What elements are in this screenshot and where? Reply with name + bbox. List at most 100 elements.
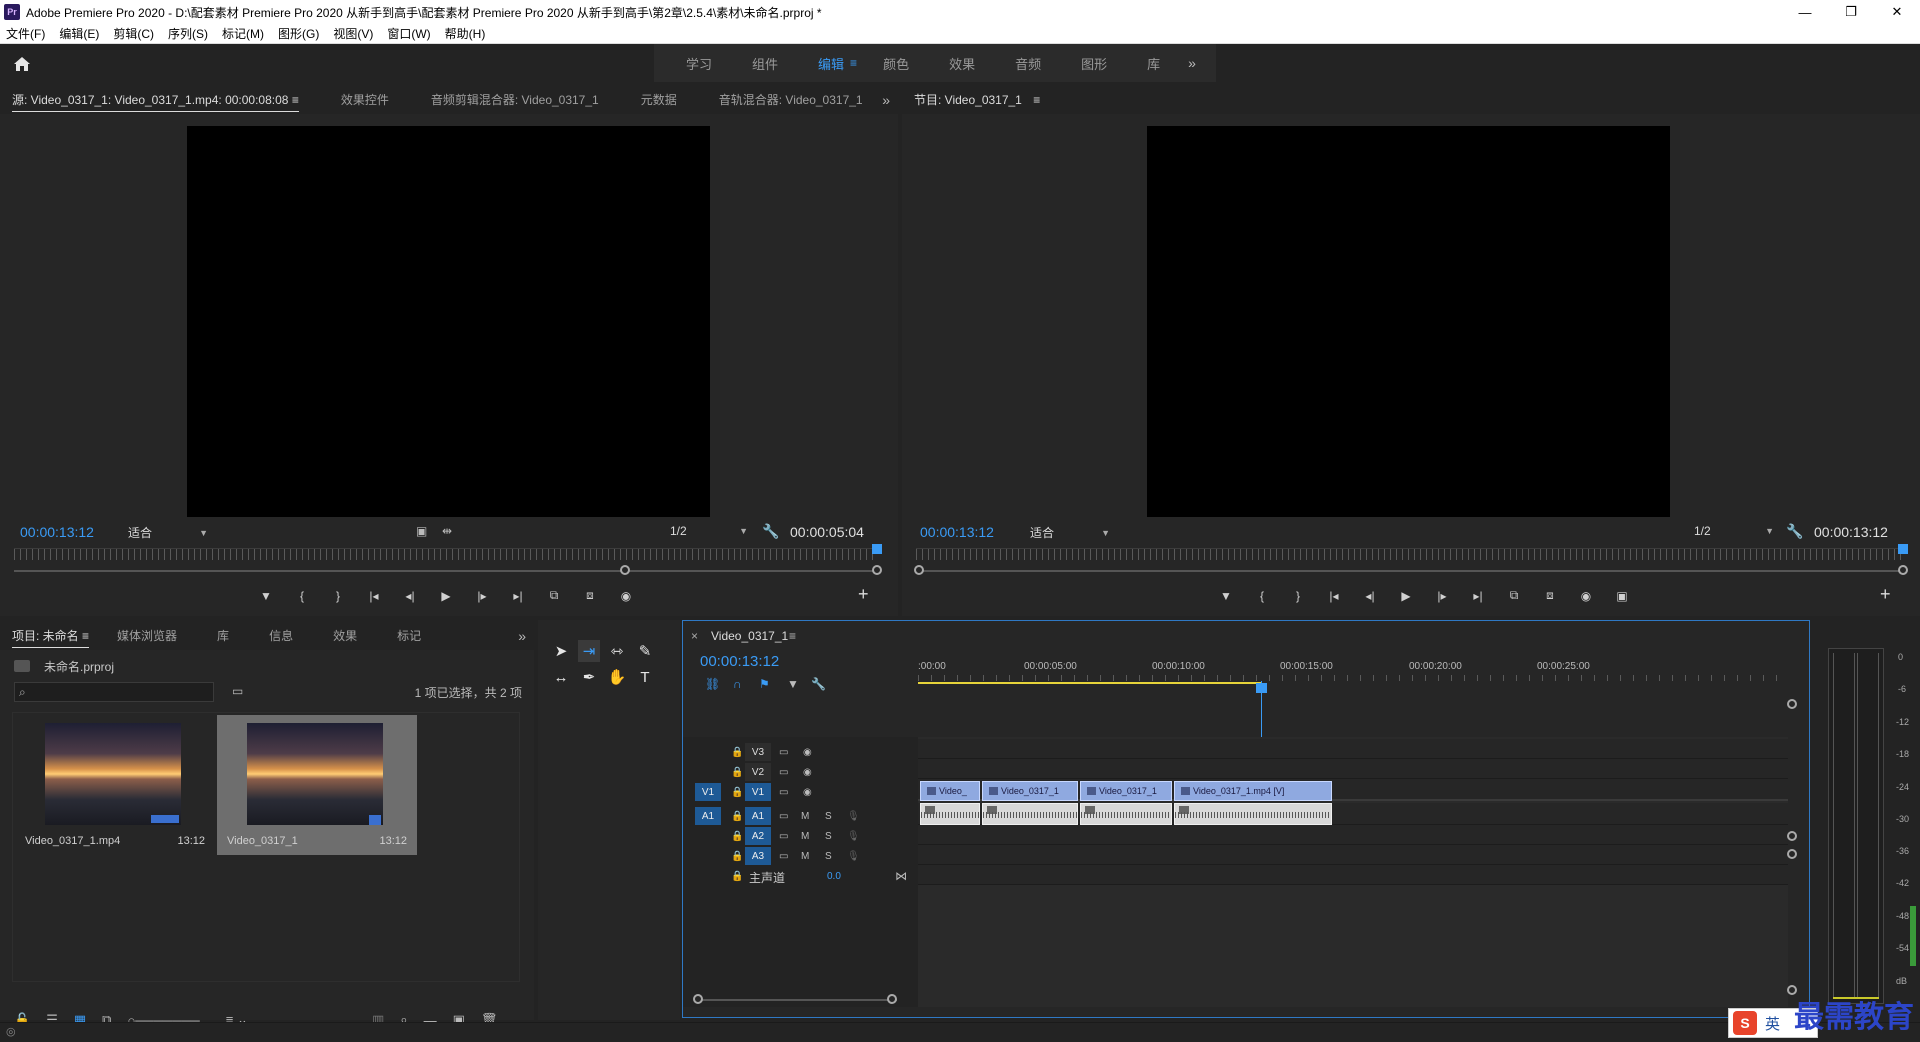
menu-view[interactable]: 视图(V) (333, 25, 373, 42)
eye-icon[interactable]: ◉ (803, 767, 812, 778)
panel-overflow-icon[interactable]: » (882, 92, 890, 108)
workspace-tab-libraries[interactable]: 库 (1127, 54, 1180, 73)
eye-icon[interactable]: ◉ (803, 747, 812, 758)
menu-clip[interactable]: 剪辑(C) (113, 25, 154, 42)
microphone-icon[interactable]: 🎙 (847, 811, 860, 822)
track-row-a3[interactable] (918, 845, 1788, 865)
project-search-input[interactable]: ⌕ (14, 682, 214, 702)
menu-marker[interactable]: 标记(M) (222, 25, 264, 42)
export-frame-icon[interactable]: ▣ (416, 524, 427, 538)
track-row-master[interactable] (918, 865, 1788, 885)
panel-menu-icon[interactable]: ≡ (292, 93, 299, 107)
ripple-edit-tool-icon[interactable]: ⇿ (606, 640, 628, 662)
menu-sequence[interactable]: 序列(S) (168, 25, 208, 42)
program-video-frame[interactable] (1147, 126, 1670, 517)
program-current-timecode[interactable]: 00:00:13:12 (920, 524, 994, 540)
track-v3-label[interactable]: V3 (745, 743, 771, 761)
workspace-tab-assembly[interactable]: 组件 (732, 54, 798, 73)
program-time-ruler[interactable] (916, 548, 1906, 560)
track-row-v3[interactable] (918, 739, 1788, 759)
lock-icon[interactable]: 🔒 (731, 747, 743, 758)
restore-button[interactable]: ❐ (1828, 0, 1874, 24)
new-search-bin-icon[interactable]: ▭ (232, 684, 243, 698)
lock-icon[interactable]: 🔒 (731, 871, 743, 882)
go-to-end-icon[interactable]: ⋈ (895, 869, 907, 883)
add-marker-icon[interactable]: ⚑ (759, 677, 770, 691)
add-marker-button[interactable]: ▼ (1208, 589, 1244, 603)
timeline-ruler[interactable]: :00:00 00:00:05:00 00:00:10:00 00:00:15:… (918, 651, 1788, 685)
selection-tool-icon[interactable]: ➤ (550, 640, 572, 662)
toggle-sync-icon[interactable]: ▭ (779, 767, 788, 778)
tab-effect-controls[interactable]: 效果控件 (341, 91, 389, 108)
toggle-sync-icon[interactable]: ▭ (779, 851, 788, 862)
tab-audio-clip-mixer[interactable]: 音频剪辑混合器: Video_0317_1 (431, 91, 599, 108)
button-editor-plus[interactable]: + (1880, 584, 1891, 605)
vertical-zoom-handle[interactable] (1787, 699, 1797, 709)
panel-menu-icon[interactable]: ≡ (82, 629, 89, 643)
menu-help[interactable]: 帮助(H) (445, 25, 486, 42)
source-current-timecode[interactable]: 00:00:13:12 (20, 524, 94, 540)
mute-button[interactable]: M (801, 851, 809, 862)
minimize-button[interactable]: — (1782, 0, 1828, 24)
timeline-video-clip[interactable]: Video_0317_1 (1080, 781, 1172, 801)
lift-button[interactable]: ⧉ (1496, 588, 1532, 603)
timeline-audio-clip[interactable] (920, 803, 980, 825)
wrench-icon[interactable]: 🔧 (762, 523, 779, 540)
timeline-current-timecode[interactable]: 00:00:13:12 (700, 653, 779, 670)
track-v1-label[interactable]: V1 (745, 783, 771, 801)
wrench-icon[interactable]: 🔧 (1786, 523, 1803, 540)
timeline-audio-clip[interactable] (1174, 803, 1332, 825)
source-zoom-handle[interactable] (620, 565, 630, 575)
go-to-out-button[interactable]: ▸| (1460, 589, 1496, 603)
workspace-tab-color[interactable]: 颜色 (863, 54, 929, 73)
marker-icon[interactable]: ▼ (787, 677, 799, 691)
step-forward-button[interactable]: |▸ (1424, 589, 1460, 603)
timeline-video-clip[interactable]: Video_0317_1 (982, 781, 1078, 801)
mark-out-button[interactable]: } (320, 589, 356, 603)
program-fit-dropdown[interactable]: 适合 ▼ (1030, 524, 1110, 541)
toggle-sync-icon[interactable]: ▭ (779, 747, 788, 758)
hand-tool-icon[interactable]: ✋ (606, 666, 628, 688)
sequence-tab[interactable]: Video_0317_1 (711, 629, 788, 643)
mark-in-button[interactable]: { (1244, 589, 1280, 603)
project-item-selected[interactable]: Video_0317_1 13:12 (217, 715, 417, 855)
tab-libraries[interactable]: 库 (217, 627, 229, 644)
tab-effects[interactable]: 效果 (333, 627, 357, 644)
master-track-value[interactable]: 0.0 (827, 871, 841, 882)
track-area[interactable]: Video_ Video_0317_1 Video_0317_1 Video_0… (918, 737, 1788, 1007)
timeline-video-clip[interactable]: Video_0317_1.mp4 [V] (1174, 781, 1332, 801)
track-a1-label[interactable]: A1 (745, 807, 771, 825)
close-sequence-icon[interactable]: × (691, 629, 698, 643)
workspace-tab-graphics[interactable]: 图形 (1061, 54, 1127, 73)
track-a3-label[interactable]: A3 (745, 847, 771, 865)
tab-project[interactable]: 项目: 未命名 ≡ (12, 627, 90, 648)
timeline-zoom-bar[interactable] (697, 999, 897, 1001)
workspace-tab-learn[interactable]: 学习 (666, 54, 732, 73)
solo-button[interactable]: S (825, 831, 832, 842)
track-row-v2[interactable] (918, 759, 1788, 779)
status-icon[interactable]: ◎ (6, 1025, 16, 1038)
slip-tool-icon[interactable]: ↔ (550, 666, 572, 688)
workspace-tab-effects[interactable]: 效果 (929, 54, 995, 73)
source-playhead[interactable] (872, 544, 882, 554)
comparison-view-button[interactable]: ▣ (1604, 589, 1640, 603)
snap-icon[interactable]: ⛓ (705, 677, 720, 691)
insert-overwrite-icon[interactable]: ⇹ (442, 524, 452, 538)
vertical-zoom-handle[interactable] (1787, 849, 1797, 859)
panel-overflow-icon[interactable]: » (518, 628, 526, 644)
timeline-audio-clip[interactable] (982, 803, 1078, 825)
source-patch-a1[interactable]: A1 (695, 807, 721, 825)
lock-icon[interactable]: 🔒 (731, 787, 743, 798)
play-button[interactable]: ▶ (428, 589, 464, 603)
mark-in-button[interactable]: { (284, 589, 320, 603)
source-fit-dropdown[interactable]: 适合 ▼ (128, 524, 208, 541)
tab-source[interactable]: 源: Video_0317_1: Video_0317_1.mp4: 00:00… (12, 91, 299, 112)
playhead-handle[interactable] (1256, 683, 1267, 693)
home-button[interactable] (10, 52, 34, 76)
tab-metadata[interactable]: 元数据 (641, 91, 677, 108)
program-zoom-handle[interactable] (1898, 565, 1908, 575)
track-a2-label[interactable]: A2 (745, 827, 771, 845)
timeline-zoom-handle[interactable] (693, 994, 703, 1004)
close-button[interactable]: ✕ (1874, 0, 1920, 24)
menu-edit[interactable]: 编辑(E) (59, 25, 99, 42)
